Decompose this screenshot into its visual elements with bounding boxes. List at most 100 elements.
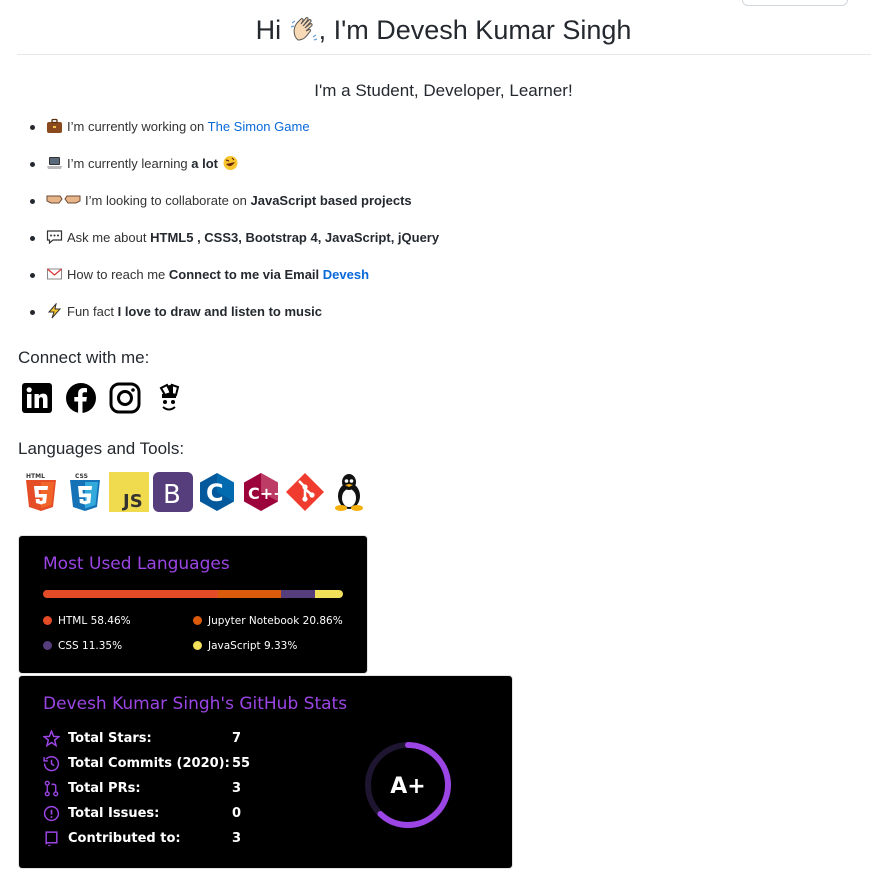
email-icon — [47, 268, 62, 280]
stat-row-commits: Total Commits (2020): 55 — [43, 752, 250, 774]
git-link[interactable] — [285, 472, 325, 517]
title-prefix: Hi — [255, 15, 282, 45]
tools-heading: Languages and Tools: — [18, 439, 185, 458]
list-item-fun-fact: Fun fact I love to draw and listen to mu… — [30, 302, 439, 339]
stat-value: 7 — [232, 730, 242, 746]
list-item-text: How to reach me — [67, 267, 166, 282]
javascript-icon: JS — [109, 472, 149, 512]
legend-dot-javascript — [193, 641, 202, 650]
legend-javascript: JavaScript 9.33% — [193, 640, 297, 652]
bootstrap-link[interactable]: B — [153, 472, 193, 517]
legend-label: Jupyter Notebook — [208, 615, 300, 627]
bootstrap-icon: B — [153, 472, 193, 512]
stat-value: 3 — [232, 780, 242, 796]
waving-hand-icon — [290, 17, 317, 41]
legend-percent: 58.46% — [90, 615, 131, 627]
list-item-text: I’m currently learning — [67, 156, 188, 171]
cplusplus-label: C++ — [248, 484, 281, 503]
list-item-bold: Connect to me via Email — [168, 267, 320, 282]
javascript-label: JS — [121, 491, 143, 512]
speech-bubble-icon — [46, 230, 63, 245]
html5-label: HTML — [26, 473, 45, 480]
list-item-text: Ask me about — [67, 230, 147, 245]
languages-bar — [43, 590, 343, 598]
javascript-link[interactable]: JS — [109, 472, 149, 517]
languages-card-title: Most Used Languages — [43, 554, 230, 574]
page-title: Hi , I'm Devesh Kumar Singh — [0, 12, 887, 48]
list-item-collaborate: I’m looking to collaborate on JavaScript… — [30, 191, 439, 228]
instagram-icon — [109, 382, 141, 414]
linux-icon — [335, 474, 363, 511]
social-links — [21, 382, 185, 419]
top-action-button[interactable] — [742, 0, 848, 6]
legend-percent: 20.86% — [302, 615, 343, 627]
grade-text: A+ — [390, 774, 425, 799]
list-item-reach: How to reach me Connect to me via Email … — [30, 265, 439, 302]
kaggle-link[interactable] — [153, 382, 185, 419]
list-item-text: Fun fact — [67, 304, 114, 319]
git-icon — [286, 473, 324, 511]
legend-jupyter: Jupyter Notebook 20.86% — [193, 615, 343, 627]
linkedin-icon — [22, 383, 52, 413]
stat-label: Total Stars: — [68, 730, 152, 746]
list-item-bold: I love to draw and listen to music — [117, 304, 323, 319]
c-link[interactable]: C — [197, 472, 237, 517]
stat-value: 0 — [232, 805, 242, 821]
stat-value: 55 — [232, 755, 251, 771]
handshake-icon — [46, 195, 81, 204]
stat-value: 3 — [232, 830, 242, 846]
stat-row-stars: Total Stars: 7 — [43, 727, 241, 749]
html5-icon: HTML — [26, 473, 56, 511]
pull-request-icon — [44, 780, 59, 796]
legend-css: CSS 11.35% — [43, 640, 122, 652]
list-item-bold: JavaScript based projects — [250, 193, 412, 208]
stat-label: Contributed to: — [68, 830, 181, 846]
kaggle-icon — [159, 383, 180, 411]
c-icon: C — [200, 473, 234, 511]
title-suffix: , I'm Devesh Kumar Singh — [318, 15, 632, 45]
legend-html: HTML 58.46% — [43, 615, 131, 627]
legend-label: JavaScript — [208, 640, 261, 652]
css3-icon: CSS — [70, 473, 100, 511]
html5-link[interactable]: HTML — [21, 472, 61, 517]
legend-dot-css — [43, 641, 52, 650]
briefcase-icon — [47, 118, 62, 133]
stat-label: Total PRs: — [68, 780, 141, 796]
simon-game-link[interactable]: The Simon Game — [208, 119, 310, 134]
legend-dot-jupyter — [193, 616, 202, 625]
connect-heading: Connect with me: — [18, 348, 150, 367]
facebook-link[interactable] — [65, 382, 97, 419]
github-stats-card: Devesh Kumar Singh's GitHub Stats Total … — [18, 675, 513, 869]
c-label: C — [206, 479, 224, 507]
issue-icon — [43, 805, 60, 821]
lang-segment-jupyter — [218, 590, 281, 598]
list-item-working: I’m currently working on The Simon Game — [30, 117, 439, 154]
cplusplus-link[interactable]: C++ — [241, 472, 287, 517]
linkedin-link[interactable] — [21, 382, 53, 419]
lang-segment-js — [315, 590, 343, 598]
stat-row-contributed: Contributed to: 3 — [43, 827, 241, 849]
tools-icons: HTML CSS JS B C C++ — [21, 472, 369, 517]
legend-percent: 9.33% — [263, 640, 298, 652]
css3-link[interactable]: CSS — [65, 472, 105, 517]
lang-segment-css — [280, 590, 315, 598]
stat-row-prs: Total PRs: 3 — [43, 777, 241, 799]
bootstrap-label: B — [163, 480, 181, 510]
stat-label: Total Commits (2020): — [68, 755, 230, 771]
star-icon — [43, 729, 60, 747]
laptop-icon — [47, 157, 62, 169]
stat-row-issues: Total Issues: 0 — [43, 802, 241, 824]
subtitle: I'm a Student, Developer, Learner! — [314, 81, 573, 100]
email-link[interactable]: Devesh — [323, 267, 369, 282]
languages-card: Most Used Languages HTML 58.46% Jupyter … — [18, 535, 368, 674]
repo-icon — [45, 830, 58, 846]
css3-label: CSS — [75, 473, 88, 480]
title-divider — [17, 54, 871, 55]
instagram-link[interactable] — [109, 382, 141, 419]
rofl-icon — [223, 156, 238, 170]
linux-link[interactable] — [329, 472, 369, 517]
facebook-icon — [66, 383, 96, 413]
stat-label: Total Issues: — [68, 805, 160, 821]
about-list: I’m currently working on The Simon Game … — [30, 117, 439, 339]
legend-dot-html — [43, 616, 52, 625]
